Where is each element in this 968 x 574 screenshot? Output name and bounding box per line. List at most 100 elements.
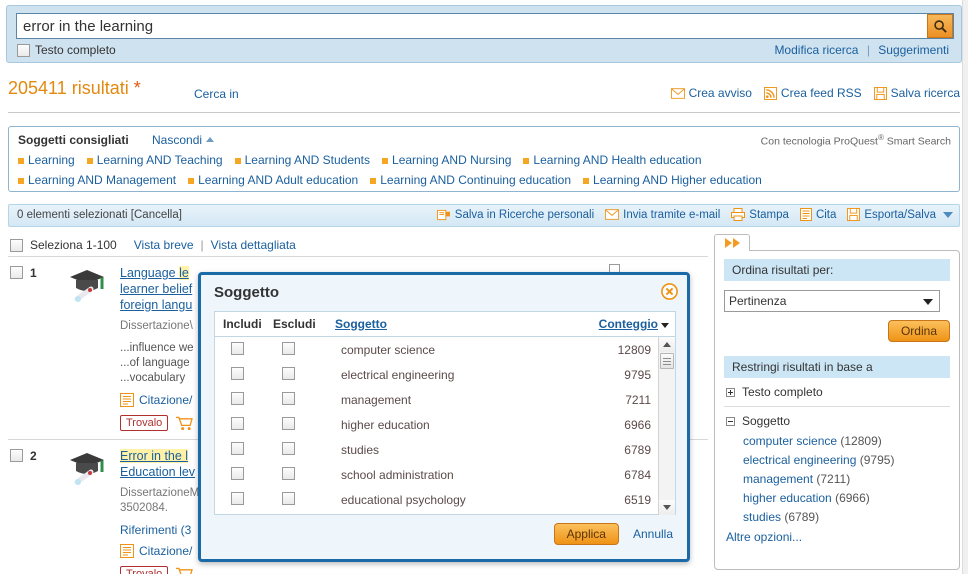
exclude-cell[interactable] [273,366,335,383]
find-it-button[interactable]: Trovalo [120,566,169,574]
more-options-link[interactable]: Altre opzioni... [726,530,948,544]
suggested-subjects-hide[interactable]: Nascondi [152,133,215,147]
suggested-term[interactable]: Learning AND Management [18,171,176,190]
result-title-link[interactable]: Error in the l [120,449,189,463]
edit-search-link[interactable]: Modifica ricerca [774,43,858,57]
facet-item[interactable]: management (7211) [743,470,948,489]
page-scrollbar[interactable] [962,0,968,574]
exclude-checkbox[interactable] [282,366,295,380]
result-title-link-line2[interactable]: learner belief [120,282,192,296]
include-checkbox[interactable] [231,341,244,355]
facet-item[interactable]: computer science (12809) [743,432,948,451]
sort-select[interactable] [724,290,940,312]
sort-button[interactable]: Ordina [887,320,950,342]
expand-plus-icon[interactable] [726,387,735,397]
exclude-checkbox[interactable] [282,391,295,405]
suggested-term[interactable]: Learning [18,151,75,170]
column-subject[interactable]: Soggetto [335,317,577,331]
facet-item-link[interactable]: electrical engineering [743,453,856,467]
column-count[interactable]: Conteggio [577,317,673,331]
exclude-checkbox[interactable] [282,491,295,505]
suggested-term[interactable]: Learning AND Health education [523,151,702,170]
cite-button[interactable]: Cita [799,208,836,221]
exclude-cell[interactable] [273,416,335,433]
exclude-cell[interactable] [273,341,335,358]
collapse-minus-icon[interactable] [726,416,735,426]
suggested-term[interactable]: Learning AND Teaching [86,151,223,170]
save-to-my-research-button[interactable]: Salva in Ricerche personali [436,209,594,221]
create-alert-action[interactable]: Crea avviso [670,86,752,100]
facet-item-link[interactable]: computer science [743,434,837,448]
include-checkbox[interactable] [231,491,244,505]
create-rss-action[interactable]: Crea feed RSS [763,86,862,100]
save-search-action[interactable]: Salva ricerca [873,86,960,100]
cancel-link[interactable]: Annulla [633,527,673,541]
scrollbar-thumb[interactable] [660,353,674,369]
detailed-view-link[interactable]: Vista dettagliata [211,238,296,252]
include-cell[interactable] [217,366,273,383]
brief-view-link[interactable]: Vista breve [134,238,194,252]
include-checkbox[interactable] [231,391,244,405]
select-all-checkbox[interactable] [10,238,23,252]
result-title-link[interactable]: Language le [120,266,189,280]
fulltext-filter[interactable]: Testo completo [17,43,116,57]
email-button[interactable]: Invia tramite e-mail [605,209,720,221]
include-cell[interactable] [217,391,273,408]
print-button[interactable]: Stampa [731,208,789,221]
search-input[interactable] [16,13,954,39]
include-cell[interactable] [217,491,273,508]
include-checkbox[interactable] [231,441,244,455]
include-cell[interactable] [217,466,273,483]
facet-item-link[interactable]: studies [743,510,781,524]
export-save-button[interactable]: Esporta/Salva [847,208,953,221]
scroll-up-button[interactable] [659,337,675,352]
find-it-button[interactable]: Trovalo [120,415,169,431]
search-button[interactable] [927,14,953,38]
suggested-term[interactable]: Learning AND Nursing [382,151,511,170]
exclude-cell[interactable] [273,441,335,458]
result-checkbox[interactable] [10,266,23,279]
facet-fulltext-head[interactable]: Testo completo [726,385,948,399]
column-subject-link[interactable]: Soggetto [335,317,387,331]
facet-item[interactable]: studies (6789) [743,508,948,527]
facet-item[interactable]: higher education (6966) [743,489,948,508]
include-checkbox[interactable] [231,466,244,480]
include-checkbox[interactable] [231,416,244,430]
fulltext-checkbox[interactable] [17,43,30,57]
exclude-checkbox[interactable] [282,416,295,430]
suggested-term[interactable]: Learning AND Adult education [188,171,358,190]
search-within-link[interactable]: Cerca in [194,87,239,101]
suggested-term[interactable]: Learning AND Continuing education [370,171,571,190]
result-title-link-line3[interactable]: foreign langu [120,298,192,312]
suggested-term[interactable]: Learning AND Higher education [583,171,762,190]
include-checkbox[interactable] [231,366,244,380]
column-count-link[interactable]: Conteggio [599,317,658,331]
cart-icon[interactable] [176,416,194,431]
sidebar-collapse-tab[interactable] [714,234,750,251]
include-cell[interactable] [217,441,273,458]
include-cell[interactable] [217,341,273,358]
exclude-cell[interactable] [273,466,335,483]
exclude-cell[interactable] [273,491,335,508]
cart-icon[interactable] [176,567,194,574]
facet-item-link[interactable]: higher education [743,491,832,505]
dialog-close-button[interactable] [661,283,678,300]
suggestions-link[interactable]: Suggerimenti [878,43,949,57]
result-footer: Trovalo [120,566,708,574]
result-checkbox[interactable] [10,449,23,462]
suggested-term[interactable]: Learning AND Students [234,151,370,170]
subject-list-scrollbar[interactable] [658,337,675,515]
result-title-link-line2[interactable]: Education lev [120,465,195,479]
scroll-down-button[interactable] [659,500,675,515]
facet-item-link[interactable]: management [743,472,813,486]
exclude-cell[interactable] [273,391,335,408]
exclude-checkbox[interactable] [282,341,295,355]
facet-item[interactable]: electrical engineering (9795) [743,451,948,470]
facet-subject-head[interactable]: Soggetto [726,414,948,428]
apply-button[interactable]: Applica [553,523,619,545]
clear-selection-link[interactable]: [Cancella] [131,209,182,221]
include-cell[interactable] [217,416,273,433]
exclude-checkbox[interactable] [282,466,295,480]
exclude-checkbox[interactable] [282,441,295,455]
suggested-term-label: Learning AND Higher education [593,173,762,187]
